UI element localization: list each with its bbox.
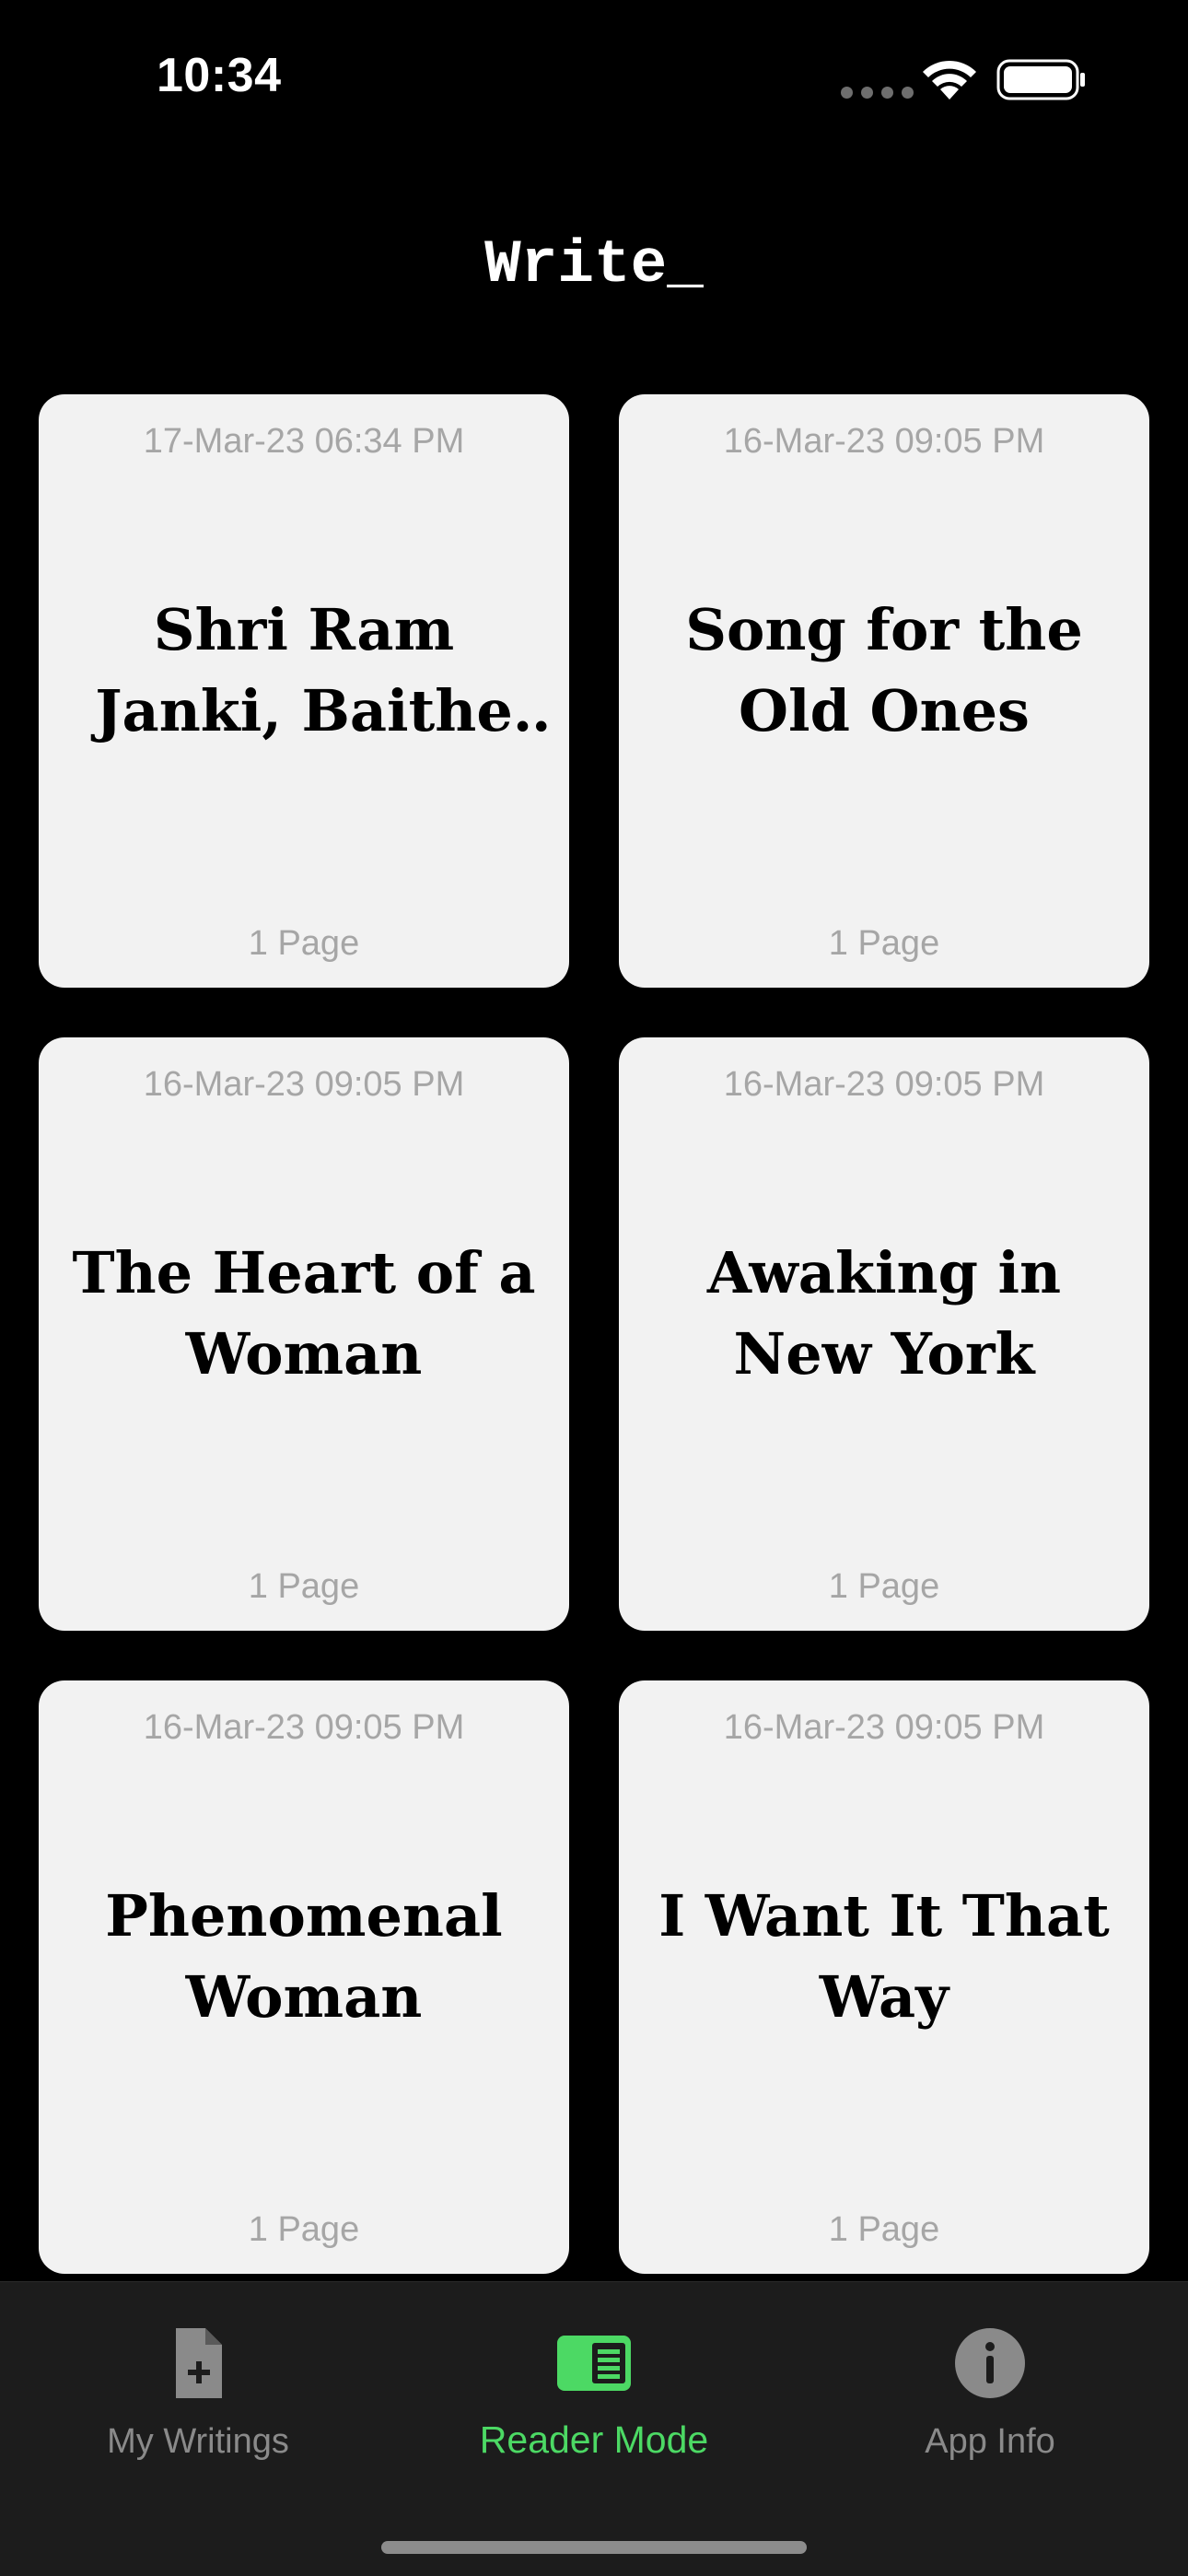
- card-date: 16-Mar-23 09:05 PM: [143, 1708, 465, 1747]
- document-plus-icon: [176, 2328, 222, 2398]
- card-title: Shri Ram Janki, Baithe Hai Mere Seene Me…: [95, 596, 513, 744]
- home-indicator[interactable]: [381, 2541, 807, 2554]
- cellular-signal-icon: [841, 87, 914, 99]
- card-date: 17-Mar-23 06:34 PM: [143, 422, 465, 461]
- writing-card[interactable]: 16-Mar-23 09:05 PM The Heart of a Woman …: [39, 1037, 569, 1631]
- card-date: 16-Mar-23 09:05 PM: [723, 1708, 1045, 1747]
- status-time: 10:34: [157, 49, 282, 102]
- card-page-count: 1 Page: [828, 924, 940, 963]
- card-page-count: 1 Page: [828, 1567, 940, 1606]
- tab-label: App Info: [925, 2422, 1055, 2461]
- tab-bar: My Writings Reader Mode App Info: [0, 2281, 1188, 2576]
- card-page-count: 1 Page: [248, 1567, 360, 1606]
- writing-card[interactable]: 16-Mar-23 09:05 PM Song for the Old Ones…: [619, 394, 1149, 988]
- tab-label: Reader Mode: [479, 2418, 709, 2461]
- card-date: 16-Mar-23 09:05 PM: [723, 422, 1045, 461]
- card-date: 16-Mar-23 09:05 PM: [723, 1065, 1045, 1104]
- card-page-count: 1 Page: [248, 2210, 360, 2249]
- tab-label: My Writings: [107, 2422, 289, 2461]
- info-icon: [955, 2328, 1025, 2398]
- card-page-count: 1 Page: [828, 2210, 940, 2249]
- card-date: 16-Mar-23 09:05 PM: [143, 1065, 465, 1104]
- reader-mode-icon: [557, 2336, 631, 2391]
- card-title: Awaking in New York: [706, 1239, 1062, 1388]
- card-title: The Heart of a Woman: [72, 1239, 536, 1388]
- writing-card[interactable]: 16-Mar-23 09:05 PM I Want It That Way 1 …: [619, 1680, 1149, 2274]
- writing-card[interactable]: 16-Mar-23 09:05 PM Phenomenal Woman 1 Pa…: [39, 1680, 569, 2274]
- writings-grid: 17-Mar-23 06:34 PM Shri Ram Janki, Baith…: [39, 394, 1149, 2274]
- status-bar: 10:34: [0, 0, 1188, 161]
- card-page-count: 1 Page: [248, 924, 360, 963]
- writing-card[interactable]: 16-Mar-23 09:05 PM Awaking in New York 1…: [619, 1037, 1149, 1631]
- tab-reader-mode[interactable]: Reader Mode: [396, 2282, 792, 2494]
- tab-app-info[interactable]: App Info: [792, 2282, 1188, 2494]
- card-title: Song for the Old Ones: [685, 596, 1083, 744]
- app-title: Write_: [484, 230, 704, 299]
- card-title: Phenomenal Woman: [105, 1882, 503, 2031]
- tab-my-writings[interactable]: My Writings: [0, 2282, 396, 2494]
- card-title: I Want It That Way: [658, 1882, 1110, 2031]
- writing-card[interactable]: 17-Mar-23 06:34 PM Shri Ram Janki, Baith…: [39, 394, 569, 988]
- wifi-icon: [923, 60, 976, 100]
- battery-icon: [996, 59, 1085, 100]
